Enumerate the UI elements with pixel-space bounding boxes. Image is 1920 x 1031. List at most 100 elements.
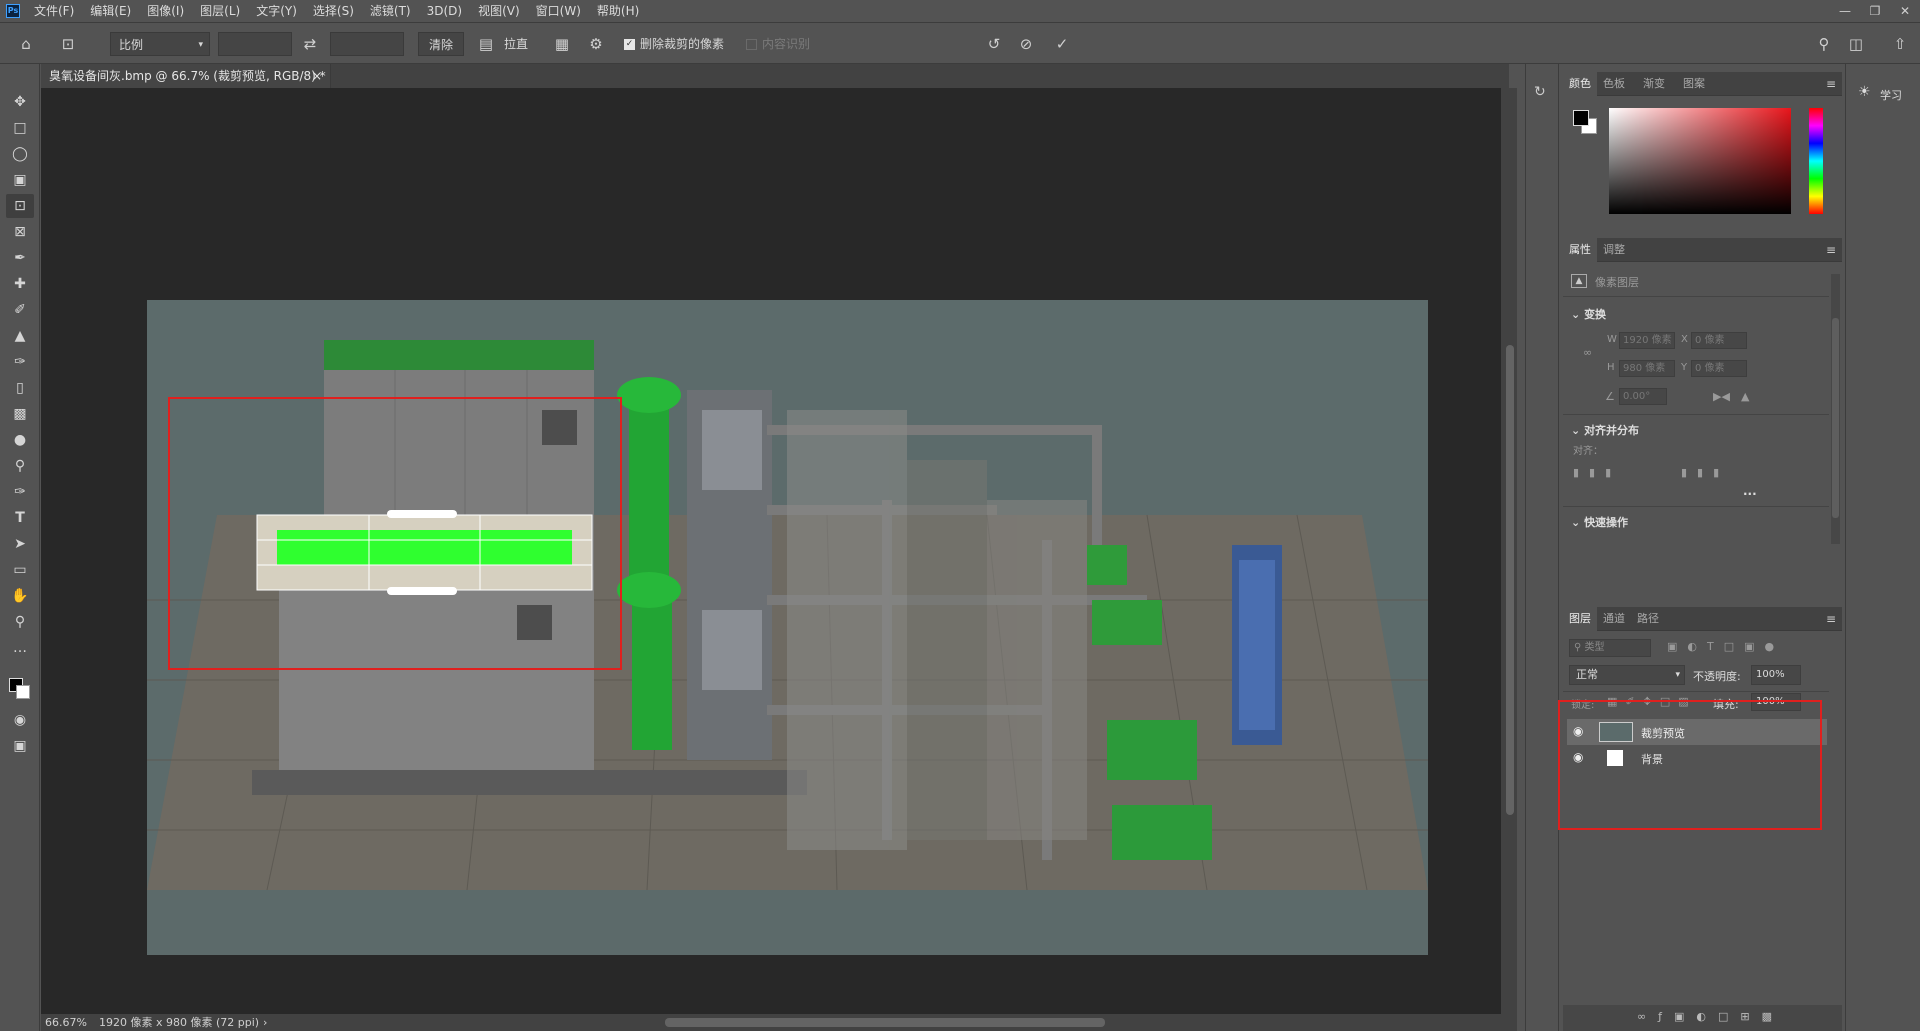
- eraser-tool-icon[interactable]: ▯: [6, 376, 34, 400]
- x-input[interactable]: 0 像素: [1691, 332, 1747, 349]
- gear-icon[interactable]: ⚙: [584, 32, 608, 56]
- document-tab[interactable]: 臭氧设备间灰.bmp @ 66.7% (裁剪预览, RGB/8) * ×: [41, 64, 331, 88]
- screen-mode-icon[interactable]: ▣: [6, 734, 34, 758]
- layer-filter-icons[interactable]: ▣◐T□▣●: [1667, 640, 1784, 653]
- menu-select[interactable]: 选择(S): [305, 0, 362, 22]
- workspace-icon[interactable]: ◫: [1844, 32, 1868, 56]
- rectangle-tool-icon[interactable]: ▭: [6, 558, 34, 582]
- angle-input[interactable]: 0.00°: [1619, 388, 1667, 405]
- commit-check-icon[interactable]: ✓: [1050, 32, 1074, 56]
- share-icon[interactable]: ⇧: [1888, 32, 1912, 56]
- healing-brush-icon[interactable]: ✚: [6, 272, 34, 296]
- tab-paths[interactable]: 路径: [1631, 607, 1665, 631]
- path-select-icon[interactable]: ➤: [6, 532, 34, 556]
- pen-tool-icon[interactable]: ✑: [6, 480, 34, 504]
- color-field[interactable]: [1609, 108, 1791, 214]
- dodge-tool-icon[interactable]: ⚲: [6, 454, 34, 478]
- move-tool-icon[interactable]: ✥: [6, 90, 34, 114]
- zoom-level[interactable]: 66.67%: [45, 1014, 87, 1031]
- lasso-tool-icon[interactable]: ◯: [6, 142, 34, 166]
- horizontal-scroll-thumb[interactable]: [665, 1018, 1105, 1027]
- menu-edit[interactable]: 编辑(E): [82, 0, 139, 22]
- swap-icon[interactable]: ⇄: [298, 32, 322, 56]
- delete-cropped-option[interactable]: ✓ 删除裁剪的像素: [624, 32, 724, 56]
- crop-tool-preset-icon[interactable]: ⊡: [56, 32, 80, 56]
- object-select-tool-icon[interactable]: ▣: [6, 168, 34, 192]
- menu-layer[interactable]: 图层(L): [192, 0, 248, 22]
- tab-patterns[interactable]: 图案: [1677, 72, 1711, 96]
- clear-button[interactable]: 清除: [418, 32, 464, 56]
- straighten-button[interactable]: 拉直: [504, 32, 528, 56]
- tab-swatches[interactable]: 色板: [1597, 72, 1631, 96]
- menu-file[interactable]: 文件(F): [26, 0, 82, 22]
- properties-scroll-thumb[interactable]: [1832, 318, 1839, 518]
- blur-tool-icon[interactable]: ●: [6, 428, 34, 452]
- tab-color[interactable]: 颜色: [1563, 72, 1597, 96]
- close-icon[interactable]: ✕: [1890, 0, 1920, 22]
- menu-image[interactable]: 图像(I): [139, 0, 192, 22]
- marquee-tool-icon[interactable]: □: [6, 116, 34, 140]
- background-color-swatch[interactable]: [16, 685, 30, 699]
- tab-gradients[interactable]: 渐变: [1637, 72, 1671, 96]
- checkbox-checked-icon[interactable]: ✓: [624, 38, 635, 50]
- cancel-icon[interactable]: ⊘: [1014, 32, 1038, 56]
- menu-view[interactable]: 视图(V): [470, 0, 528, 22]
- brush-tool-icon[interactable]: ✐: [6, 298, 34, 322]
- crop-tool-icon[interactable]: ⊡: [6, 194, 34, 218]
- height-input[interactable]: 980 像素: [1619, 360, 1675, 377]
- height-field[interactable]: [330, 32, 404, 56]
- tab-layers[interactable]: 图层: [1563, 607, 1597, 631]
- restore-icon[interactable]: ❐: [1860, 0, 1890, 22]
- panel-menu-icon[interactable]: ≡: [1826, 612, 1836, 626]
- close-tab-icon[interactable]: ×: [312, 64, 322, 88]
- distribute-buttons[interactable]: ▮▮▮: [1681, 466, 1729, 479]
- transform-section-title[interactable]: ⌄ 变换: [1571, 306, 1606, 322]
- quick-actions-section-title[interactable]: ⌄ 快速操作: [1571, 514, 1628, 530]
- width-field[interactable]: [218, 32, 292, 56]
- ratio-select[interactable]: 比例 ▾: [110, 32, 210, 56]
- layer-filter-select[interactable]: ⚲ 类型: [1569, 639, 1651, 657]
- panel-menu-icon[interactable]: ≡: [1826, 77, 1836, 91]
- hue-slider[interactable]: [1809, 108, 1823, 214]
- home-icon[interactable]: ⌂: [14, 32, 38, 56]
- content-aware-option[interactable]: 内容识别: [746, 32, 810, 56]
- checkbox-icon[interactable]: [746, 38, 757, 50]
- type-tool-icon[interactable]: T: [6, 506, 34, 530]
- align-section-title[interactable]: ⌄ 对齐并分布: [1571, 422, 1639, 438]
- y-input[interactable]: 0 像素: [1691, 360, 1747, 377]
- tab-properties[interactable]: 属性: [1563, 238, 1597, 262]
- layer-action-icons[interactable]: ∞ƒ▣◐□⊞▩: [1637, 1010, 1784, 1023]
- history-brush-icon[interactable]: ✑: [6, 350, 34, 374]
- hand-tool-icon[interactable]: ✋: [6, 584, 34, 608]
- tab-channels[interactable]: 通道: [1597, 607, 1631, 631]
- vertical-scroll-thumb[interactable]: [1506, 345, 1514, 815]
- foreground-color-swatch[interactable]: [1573, 110, 1589, 126]
- straighten-icon[interactable]: ▤: [474, 32, 498, 56]
- flip-horizontal-icon[interactable]: ▶◀: [1713, 390, 1730, 403]
- more-tools-icon[interactable]: …: [6, 636, 34, 660]
- menu-3d[interactable]: 3D(D): [419, 0, 470, 22]
- flip-vertical-icon[interactable]: ▲: [1741, 390, 1749, 403]
- minimize-icon[interactable]: —: [1830, 0, 1860, 22]
- link-icon[interactable]: ∞: [1583, 346, 1592, 359]
- more-options-icon[interactable]: ...: [1743, 484, 1757, 498]
- history-panel-icon[interactable]: ↻: [1534, 84, 1546, 100]
- menu-help[interactable]: 帮助(H): [589, 0, 647, 22]
- width-input[interactable]: 1920 像素: [1619, 332, 1675, 349]
- zoom-tool-icon[interactable]: ⚲: [6, 610, 34, 634]
- grid-overlay-icon[interactable]: ▦: [550, 32, 574, 56]
- panel-menu-icon[interactable]: ≡: [1826, 243, 1836, 257]
- tab-adjustments[interactable]: 调整: [1597, 238, 1631, 262]
- frame-tool-icon[interactable]: ⊠: [6, 220, 34, 244]
- align-buttons[interactable]: ▮▮▮: [1573, 466, 1621, 479]
- status-expand-icon[interactable]: ›: [263, 1014, 267, 1031]
- quick-mask-icon[interactable]: ◉: [6, 708, 34, 732]
- menu-window[interactable]: 窗口(W): [528, 0, 589, 22]
- menu-type[interactable]: 文字(Y): [248, 0, 305, 22]
- lightbulb-icon[interactable]: ☀: [1858, 84, 1871, 100]
- blend-mode-select[interactable]: 正常 ▾: [1569, 665, 1685, 685]
- eyedropper-tool-icon[interactable]: ✒: [6, 246, 34, 270]
- opacity-input[interactable]: 100%: [1751, 665, 1801, 685]
- clone-stamp-icon[interactable]: ▲: [6, 324, 34, 348]
- search-icon[interactable]: ⚲: [1812, 32, 1836, 56]
